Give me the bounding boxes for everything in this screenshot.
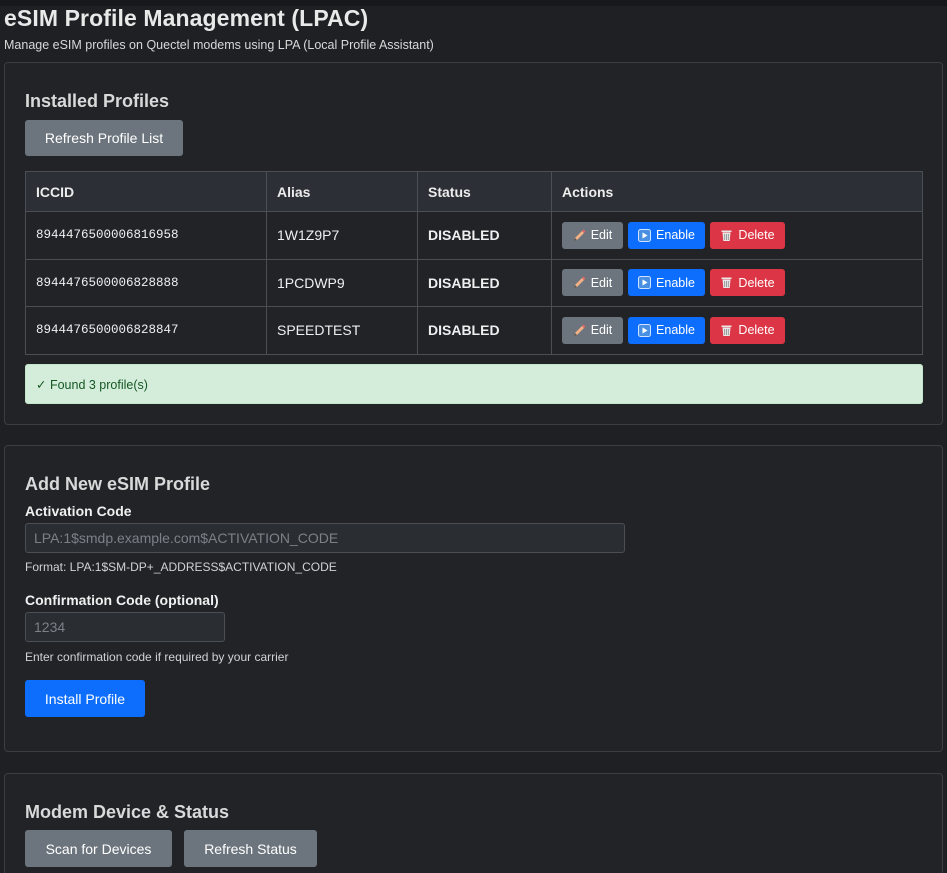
installed-profiles-heading: Installed Profiles — [25, 91, 170, 111]
column-header-iccid: ICCID — [25, 171, 267, 212]
pencil-icon — [573, 229, 586, 242]
delete-label: Delete — [738, 228, 775, 243]
add-profile-heading: Add New eSIM Profile — [25, 474, 211, 494]
edit-button[interactable]: Edit — [562, 221, 623, 249]
column-header-status: Status — [417, 171, 552, 212]
play-icon — [638, 323, 652, 337]
enable-button[interactable]: Enable — [628, 316, 705, 344]
delete-label: Delete — [738, 275, 775, 290]
column-header-actions: Actions — [551, 171, 923, 212]
add-profile-card: Add New eSIM Profile Activation Code For… — [4, 445, 943, 752]
enable-button[interactable]: Enable — [628, 269, 705, 297]
enable-label: Enable — [656, 275, 695, 290]
alias-cell: 1PCDWP9 — [266, 258, 418, 307]
actions-cell: Edit Enable Delete — [551, 211, 923, 260]
iccid-cell: 8944476500006828847 — [25, 306, 267, 355]
pencil-icon — [573, 276, 586, 289]
iccid-cell: 8944476500006816958 — [25, 211, 267, 260]
activation-code-input[interactable] — [25, 523, 625, 553]
pencil-icon — [573, 324, 586, 337]
trash-icon — [720, 229, 733, 242]
confirmation-code-help: Enter confirmation code if required by y… — [25, 650, 289, 664]
actions-cell: Edit Enable Delete — [551, 306, 923, 355]
installed-profiles-card: Installed Profiles Refresh Profile List … — [4, 62, 943, 425]
found-profiles-alert: ✓ Found 3 profile(s) — [25, 364, 923, 404]
activation-code-help: Format: LPA:1$SM-DP+_ADDRESS$ACTIVATION_… — [25, 560, 337, 574]
delete-label: Delete — [738, 323, 775, 338]
page-subtitle: Manage eSIM profiles on Quectel modems u… — [4, 38, 434, 52]
column-header-alias: Alias — [266, 171, 418, 212]
play-icon — [638, 276, 652, 290]
table-row: 8944476500006816958 1W1Z9P7 DISABLED Edi… — [25, 211, 923, 260]
iccid-cell: 8944476500006828888 — [25, 258, 267, 307]
refresh-profile-list-button[interactable]: Refresh Profile List — [25, 120, 183, 156]
trash-icon — [720, 324, 733, 337]
install-profile-button[interactable]: Install Profile — [25, 680, 145, 717]
status-cell: DISABLED — [417, 211, 552, 260]
confirmation-code-input[interactable] — [25, 612, 225, 642]
enable-label: Enable — [656, 228, 695, 243]
profiles-table: ICCID Alias Status Actions 8944476500006… — [25, 171, 923, 355]
delete-button[interactable]: Delete — [710, 221, 785, 249]
edit-button[interactable]: Edit — [562, 316, 623, 344]
modem-status-heading: Modem Device & Status — [25, 802, 230, 822]
status-cell: DISABLED — [417, 258, 552, 307]
table-header-row: ICCID Alias Status Actions — [25, 171, 923, 212]
enable-button[interactable]: Enable — [628, 221, 705, 249]
edit-label: Edit — [590, 228, 613, 243]
modem-status-card: Modem Device & Status Scan for Devices R… — [4, 773, 943, 873]
scan-devices-button[interactable]: Scan for Devices — [25, 830, 172, 867]
delete-button[interactable]: Delete — [710, 269, 785, 297]
confirmation-code-label: Confirmation Code (optional) — [25, 592, 219, 608]
refresh-status-button[interactable]: Refresh Status — [184, 830, 317, 867]
delete-button[interactable]: Delete — [710, 316, 785, 344]
alias-cell: 1W1Z9P7 — [266, 211, 418, 260]
enable-label: Enable — [656, 323, 695, 338]
page-title: eSIM Profile Management (LPAC) — [4, 5, 369, 31]
alias-cell: SPEEDTEST — [266, 306, 418, 355]
table-row: 8944476500006828888 1PCDWP9 DISABLED Edi… — [25, 258, 923, 307]
status-cell: DISABLED — [417, 306, 552, 355]
edit-label: Edit — [590, 275, 613, 290]
edit-button[interactable]: Edit — [562, 269, 623, 297]
activation-code-label: Activation Code — [25, 503, 132, 519]
table-row: 8944476500006828847 SPEEDTEST DISABLED E… — [25, 306, 923, 355]
actions-cell: Edit Enable Delete — [551, 258, 923, 307]
edit-label: Edit — [590, 323, 613, 338]
trash-icon — [720, 276, 733, 289]
play-icon — [638, 228, 652, 242]
